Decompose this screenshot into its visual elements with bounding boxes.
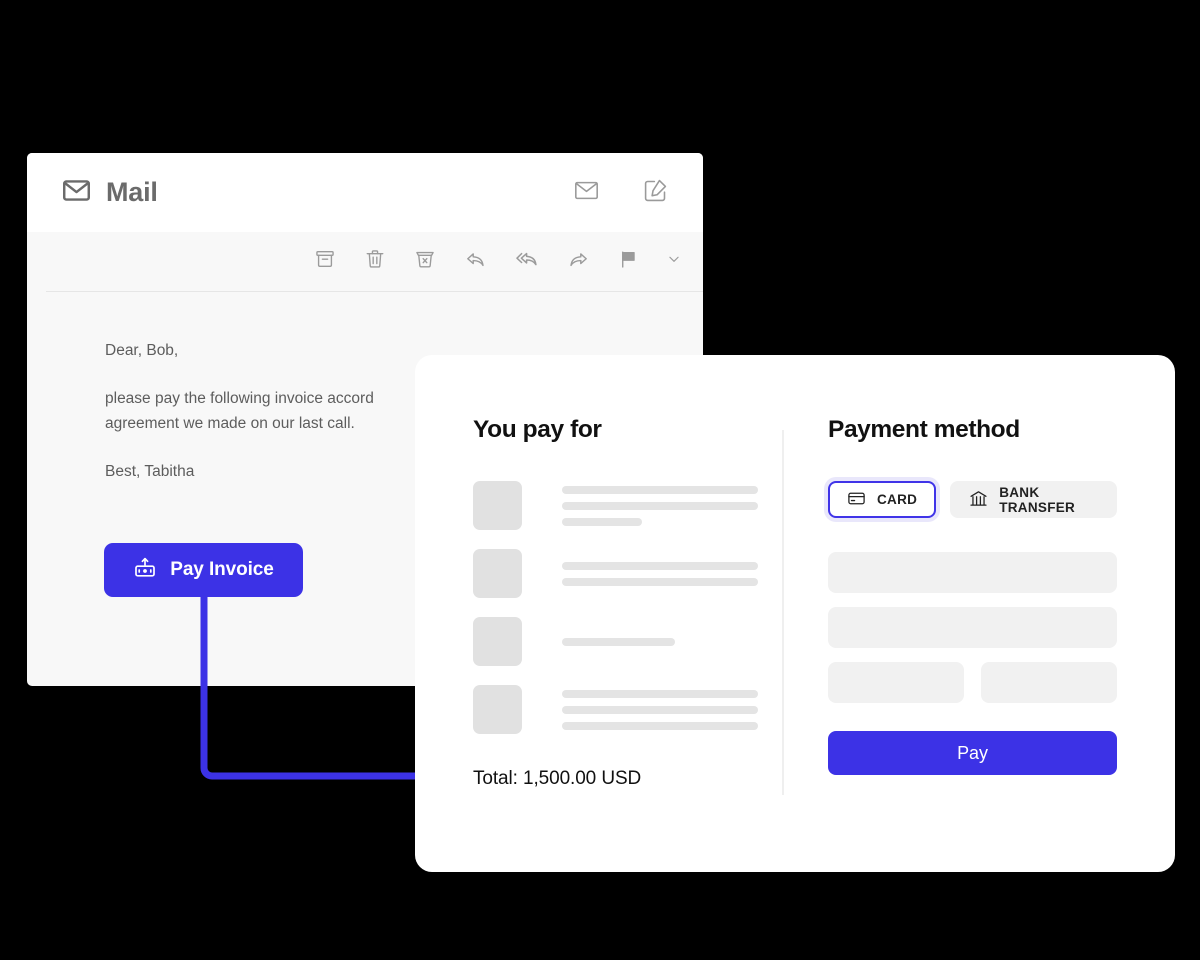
payment-method-tabs: CARD BANK TRANSFER: [828, 481, 1117, 518]
junk-icon[interactable]: [414, 248, 436, 275]
envelope-icon: [61, 175, 92, 211]
skeleton-line: [562, 517, 642, 526]
card-number-field[interactable]: [828, 552, 1117, 593]
reply-all-icon[interactable]: [515, 247, 539, 276]
trash-icon[interactable]: [364, 248, 386, 275]
you-pay-for-title: You pay for: [473, 416, 602, 443]
item-thumbnail: [473, 685, 522, 734]
payment-method-bank-transfer-label: BANK TRANSFER: [999, 484, 1076, 515]
payment-method-bank-transfer[interactable]: BANK TRANSFER: [950, 481, 1117, 518]
list-item: [473, 549, 782, 598]
list-item: [473, 617, 782, 666]
card-name-field[interactable]: [828, 607, 1117, 648]
invoice-item-list: [473, 481, 782, 734]
list-item: [473, 481, 782, 530]
skeleton-line: [562, 485, 758, 494]
payment-form-fields: [828, 552, 1117, 703]
section-divider: [782, 430, 784, 795]
item-thumbnail: [473, 481, 522, 530]
field-row-split: [828, 662, 1117, 703]
compose-icon[interactable]: [642, 177, 669, 209]
forward-icon[interactable]: [567, 248, 590, 276]
payment-method-title: Payment method: [828, 416, 1020, 443]
skeleton-line: [562, 689, 758, 698]
skeleton-line: [562, 561, 758, 570]
pay-invoice-button[interactable]: Pay Invoice: [104, 543, 303, 597]
total-amount: Total: 1,500.00 USD: [473, 768, 642, 789]
skeleton-line: [562, 501, 758, 510]
card-cvc-field[interactable]: [981, 662, 1117, 703]
archive-icon[interactable]: [314, 248, 336, 275]
pay-button[interactable]: Pay: [828, 731, 1117, 775]
payment-method-card[interactable]: CARD: [828, 481, 937, 518]
item-lines: [562, 637, 782, 646]
you-pay-for-section: You pay for Total: 1,500.00 USD: [415, 355, 782, 872]
mail-brand: Mail: [61, 175, 573, 211]
mail-header-actions: [573, 177, 669, 209]
skeleton-line: [562, 705, 758, 714]
envelope-icon[interactable]: [573, 177, 600, 209]
send-money-icon: [133, 556, 157, 585]
skeleton-line: [562, 577, 758, 586]
skeleton-line: [562, 637, 675, 646]
payment-method-section: Payment method CARD BANK TRANSFER Pay: [782, 355, 1175, 872]
mail-header: Mail: [27, 153, 703, 232]
item-thumbnail: [473, 549, 522, 598]
list-item: [473, 685, 782, 734]
payment-method-card-label: CARD: [877, 492, 918, 507]
payment-card: You pay for Total: 1,500.00 USD Payment …: [415, 355, 1175, 872]
bank-icon: [969, 489, 988, 511]
page-title: Mail: [106, 177, 158, 207]
item-lines: [562, 485, 782, 526]
card-expiry-field[interactable]: [828, 662, 964, 703]
mail-toolbar: [27, 232, 703, 291]
item-thumbnail: [473, 617, 522, 666]
reply-icon[interactable]: [464, 248, 487, 276]
pay-invoice-label: Pay Invoice: [170, 559, 274, 580]
skeleton-line: [562, 721, 758, 730]
item-lines: [562, 689, 782, 730]
chevron-down-icon[interactable]: [667, 252, 681, 271]
flag-icon[interactable]: [618, 249, 639, 275]
item-lines: [562, 561, 782, 586]
credit-card-icon: [847, 489, 866, 511]
